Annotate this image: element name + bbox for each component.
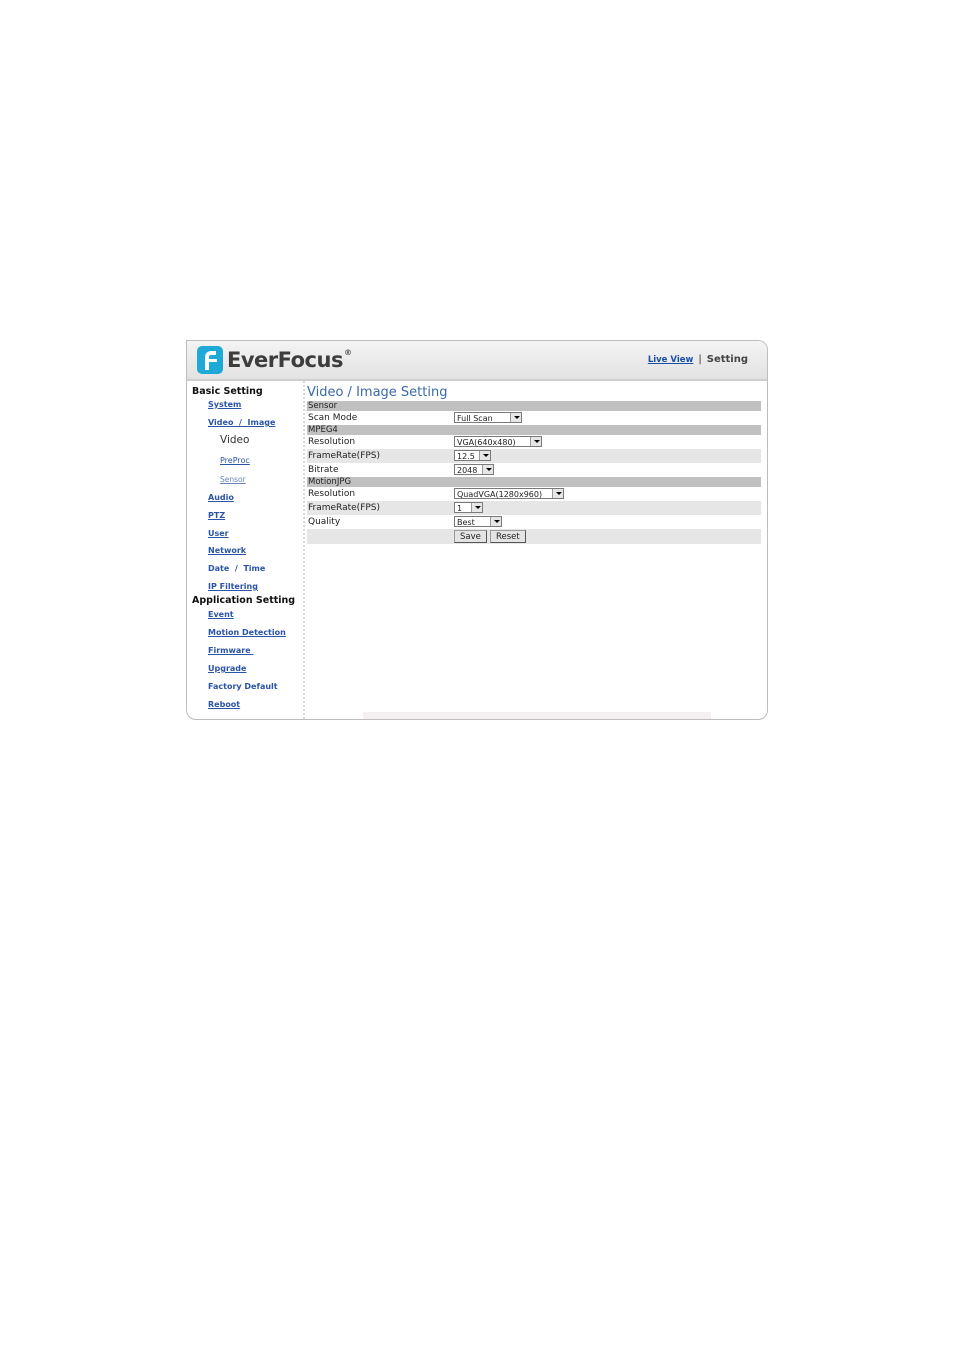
live-view-link[interactable]: Live View	[648, 355, 694, 365]
dropdown-arrow-icon[interactable]	[530, 437, 541, 446]
dropdown-arrow-icon[interactable]	[471, 503, 482, 512]
application-setting-heading: Application Setting	[192, 595, 296, 606]
sidebar-item-ip-filtering[interactable]: IP Filtering	[208, 582, 258, 591]
row-mpeg4-resolution: Resolution VGA(640x480)	[307, 435, 761, 449]
select-value: Full Scan	[457, 414, 493, 423]
sidebar-item-event[interactable]: Event	[208, 610, 234, 619]
sidebar-item-network[interactable]: Network	[208, 546, 246, 555]
mjpg-quality-label: Quality	[308, 517, 341, 527]
select-value: QuadVGA(1280x960)	[457, 490, 543, 499]
nav-separator: |	[698, 354, 702, 365]
section-label: MPEG4	[308, 425, 338, 435]
sidebar-item-system[interactable]: System	[208, 400, 241, 409]
sidebar-item-user[interactable]: User	[208, 529, 229, 538]
dropdown-arrow-icon[interactable]	[510, 413, 521, 422]
settings-form: Sensor Scan Mode Full Scan MPEG4 Resolut…	[307, 401, 761, 544]
mpeg4-bitrate-label: Bitrate	[308, 465, 339, 475]
section-header-mpeg4: MPEG4	[307, 425, 761, 435]
sidebar-item-ptz[interactable]: PTZ	[208, 511, 225, 520]
section-label: Sensor	[308, 401, 338, 411]
mpeg4-resolution-select[interactable]: VGA(640x480)	[454, 436, 542, 447]
dropdown-arrow-icon[interactable]	[479, 451, 490, 460]
brand-name: EverFocus®	[227, 348, 352, 372]
reset-button[interactable]: Reset	[490, 530, 526, 543]
horizontal-scrollbar[interactable]	[363, 712, 711, 719]
select-value: Best	[457, 518, 475, 527]
mjpg-resolution-select[interactable]: QuadVGA(1280x960)	[454, 488, 564, 499]
sidebar-item-date-time[interactable]: Date / Time	[208, 564, 265, 573]
sidebar-item-factory-default[interactable]: Factory Default	[208, 682, 278, 691]
scan-mode-select[interactable]: Full Scan	[454, 412, 522, 423]
mpeg4-bitrate-select[interactable]: 2048	[454, 464, 494, 475]
row-mpeg4-framerate: FrameRate(FPS) 12.5	[307, 449, 761, 463]
main-content: Video / Image Setting Sensor Scan Mode F…	[307, 381, 767, 719]
dropdown-arrow-icon[interactable]	[552, 489, 563, 498]
header-bar: EverFocus® Live View | Setting	[187, 341, 767, 381]
save-button[interactable]: Save	[454, 530, 487, 543]
sidebar-item-reboot[interactable]: Reboot	[208, 700, 240, 709]
sidebar-item-audio[interactable]: Audio	[208, 493, 234, 502]
sidebar-item-video-image[interactable]: Video / Image	[208, 418, 275, 427]
logo-mark-icon	[197, 346, 223, 374]
section-label: MotionJPG	[308, 477, 352, 487]
sidebar-item-motion-detection[interactable]: Motion Detection	[208, 628, 286, 637]
mpeg4-framerate-label: FrameRate(FPS)	[308, 451, 381, 461]
sidebar-subitem-sensor[interactable]: Sensor	[220, 475, 246, 484]
sidebar-subitem-video[interactable]: Video	[220, 434, 249, 446]
basic-setting-heading: Basic Setting	[192, 386, 263, 397]
dropdown-arrow-icon[interactable]	[490, 517, 501, 526]
select-value: 2048	[457, 466, 478, 475]
top-nav: Live View | Setting	[648, 354, 748, 365]
sidebar: Basic Setting System Video / Image Video…	[187, 381, 305, 719]
sidebar-item-upgrade[interactable]: Upgrade	[208, 664, 246, 673]
row-mjpg-quality: Quality Best	[307, 515, 761, 529]
mpeg4-resolution-label: Resolution	[308, 437, 356, 447]
select-value: VGA(640x480)	[457, 438, 516, 447]
mpeg4-framerate-select[interactable]: 12.5	[454, 450, 491, 461]
section-header-sensor: Sensor	[307, 401, 761, 411]
row-mjpg-resolution: Resolution QuadVGA(1280x960)	[307, 487, 761, 501]
select-value: 1	[457, 504, 463, 513]
mjpg-resolution-label: Resolution	[308, 489, 356, 499]
mjpg-framerate-select[interactable]: 1	[454, 502, 483, 513]
setting-link[interactable]: Setting	[707, 354, 748, 365]
sidebar-subitem-preproc[interactable]: PreProc	[220, 456, 250, 465]
select-value: 12.5	[457, 452, 475, 461]
row-actions: Save Reset	[307, 529, 761, 544]
mjpg-framerate-label: FrameRate(FPS)	[308, 503, 381, 513]
scan-mode-label: Scan Mode	[308, 413, 358, 423]
everfocus-logo: EverFocus®	[197, 345, 352, 375]
mjpg-quality-select[interactable]: Best	[454, 516, 502, 527]
dropdown-arrow-icon[interactable]	[482, 465, 493, 474]
browser-frame: EverFocus® Live View | Setting Basic Set…	[186, 340, 768, 720]
sidebar-item-firmware[interactable]: Firmware	[208, 646, 253, 655]
row-scan-mode: Scan Mode Full Scan	[307, 411, 761, 425]
row-mjpg-framerate: FrameRate(FPS) 1	[307, 501, 761, 515]
row-mpeg4-bitrate: Bitrate 2048	[307, 463, 761, 477]
section-header-motionjpg: MotionJPG	[307, 477, 761, 487]
page-title: Video / Image Setting	[307, 385, 448, 400]
